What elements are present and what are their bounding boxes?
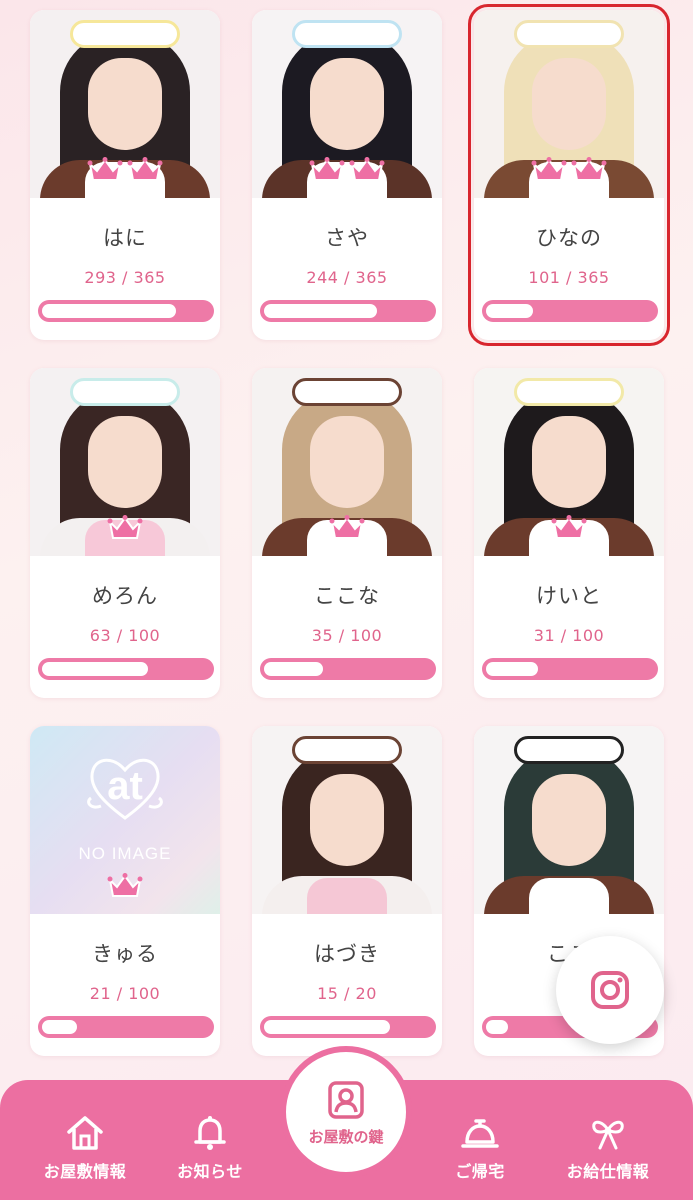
cast-name: きゅる	[92, 942, 158, 966]
crown-icon	[107, 515, 143, 539]
ribbon-icon	[592, 1120, 624, 1150]
progress-bar	[38, 300, 214, 322]
cast-card-selected[interactable]: ひなの 101 / 365	[468, 4, 670, 346]
crown-rank	[30, 156, 220, 184]
progress-count: 31 / 100	[533, 626, 605, 645]
progress-fill	[486, 1020, 508, 1034]
crown-rank	[474, 156, 664, 184]
crown-icon	[349, 157, 385, 181]
progress-count: 35 / 100	[311, 626, 383, 645]
crown-icon	[87, 157, 123, 181]
progress-bar	[38, 1016, 214, 1038]
progress-count: 293 / 365	[84, 268, 166, 287]
crown-rank	[474, 514, 664, 542]
cast-name: めろん	[92, 584, 158, 608]
cast-name: ここな	[314, 584, 380, 608]
cast-card[interactable]: はづき 15 / 20	[252, 726, 442, 1056]
progress-bar	[260, 1016, 436, 1038]
nav-label: ご帰宅	[455, 1162, 505, 1181]
crown-icon	[107, 873, 143, 897]
cast-photo	[252, 726, 442, 914]
cast-card-grid: はに 293 / 365 さや 244 / 365 ひなの 101 / 365 …	[0, 0, 693, 1080]
crown-rank	[30, 514, 220, 542]
crown-icon	[551, 515, 587, 539]
nav-item-news[interactable]: お知らせ	[150, 1114, 270, 1182]
crown-icon	[329, 515, 365, 539]
no-image-logo: at	[107, 764, 143, 808]
progress-fill	[42, 304, 177, 318]
progress-bar	[260, 658, 436, 680]
progress-fill	[486, 304, 534, 318]
progress-bar	[482, 300, 658, 322]
cast-card[interactable]: けいと 31 / 100	[474, 368, 664, 698]
progress-count: 21 / 100	[89, 984, 161, 1003]
cast-name: けいと	[536, 584, 602, 608]
cast-card[interactable]: さや 244 / 365	[252, 10, 442, 340]
cast-card[interactable]: めろん 63 / 100	[30, 368, 220, 698]
progress-fill	[42, 662, 148, 676]
crown-icon	[309, 157, 345, 181]
bell-icon	[194, 1116, 226, 1150]
crown-rank	[30, 872, 220, 900]
progress-bar	[260, 300, 436, 322]
crown-icon	[571, 157, 607, 181]
progress-bar	[38, 658, 214, 680]
instagram-icon	[591, 971, 629, 1009]
progress-fill	[486, 662, 539, 676]
nav-center-label: お屋敷の鍵	[308, 1128, 384, 1146]
progress-count: 63 / 100	[89, 626, 161, 645]
cast-card[interactable]: ここな 35 / 100	[252, 368, 442, 698]
cast-card[interactable]: at NO IMAGE きゅる 21 / 100	[30, 726, 220, 1056]
cast-photo	[474, 726, 664, 914]
crown-icon	[127, 157, 163, 181]
nav-item-house-info[interactable]: お屋敷情報	[25, 1114, 145, 1182]
crown-rank	[252, 514, 442, 542]
progress-count: 244 / 365	[306, 268, 388, 287]
service-bell-icon	[461, 1119, 499, 1148]
nav-item-return-home[interactable]: ご帰宅	[420, 1114, 540, 1182]
progress-fill	[264, 1020, 390, 1034]
instagram-button[interactable]	[556, 936, 664, 1044]
cast-name: さや	[325, 226, 369, 250]
progress-count: 101 / 365	[528, 268, 610, 287]
nav-center-key-button[interactable]: お屋敷の鍵	[280, 1046, 412, 1178]
cast-name: ひなの	[536, 226, 602, 250]
cast-name: はに	[103, 226, 147, 250]
nav-label: お知らせ	[177, 1162, 243, 1181]
progress-fill	[42, 1020, 78, 1034]
cast-card[interactable]: はに 293 / 365	[30, 10, 220, 340]
nav-item-service-info[interactable]: お給仕情報	[548, 1114, 668, 1182]
progress-bar	[482, 658, 658, 680]
progress-count: 15 / 20	[317, 984, 377, 1003]
nav-label: お給仕情報	[566, 1162, 650, 1181]
no-image-text: NO IMAGE	[78, 844, 172, 863]
progress-fill	[264, 304, 377, 318]
progress-fill	[264, 662, 323, 676]
crown-rank	[252, 156, 442, 184]
nav-label: お屋敷情報	[43, 1162, 127, 1181]
cast-name: はづき	[314, 942, 380, 966]
crown-icon	[531, 157, 567, 181]
member-card-icon	[328, 1081, 364, 1119]
house-icon	[67, 1116, 103, 1150]
